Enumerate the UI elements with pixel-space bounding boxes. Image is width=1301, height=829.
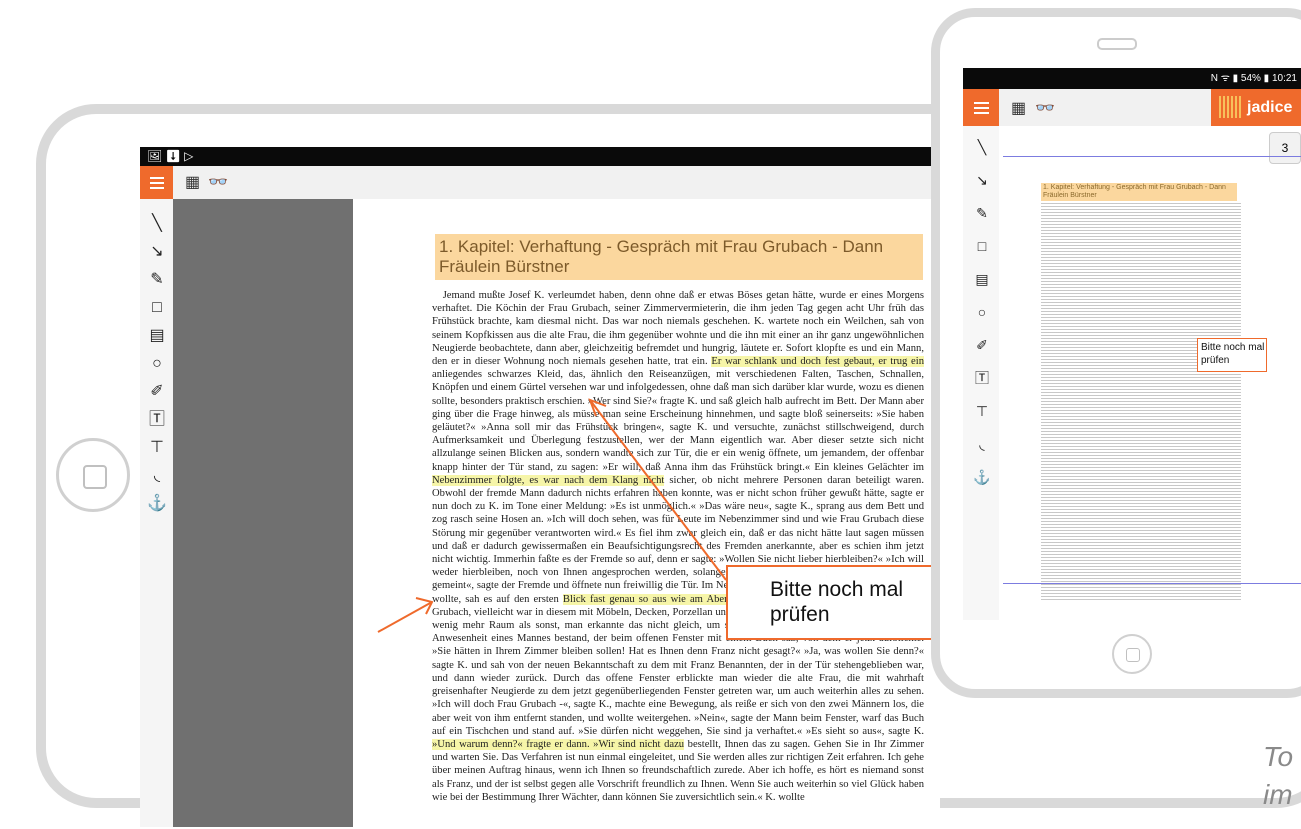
- binoculars-icon[interactable]: 👓: [1035, 98, 1055, 118]
- phone-menu-button[interactable]: [963, 89, 999, 126]
- thumbnail-grid-icon[interactable]: ▦: [1011, 98, 1026, 118]
- arrow-annotation[interactable]: [377, 601, 433, 633]
- text-tool-icon[interactable]: 🅃: [973, 369, 991, 387]
- logo-mark-icon: [1219, 96, 1241, 118]
- freehand-tool-icon[interactable]: ✎: [973, 204, 991, 222]
- text-edit-tool-icon[interactable]: ⊤: [973, 402, 991, 420]
- tagline-text: To im: [1263, 741, 1294, 810]
- phone-home-button[interactable]: [1112, 634, 1152, 674]
- jadice-logo: jadice: [1211, 89, 1301, 126]
- lasso-tool-icon[interactable]: ◟: [973, 435, 991, 453]
- arrow-annotation[interactable]: [589, 399, 727, 581]
- note-tool-icon[interactable]: ▤: [973, 270, 991, 288]
- stamp-tool-icon[interactable]: ⚓: [973, 468, 991, 486]
- phone-screen: N ᯤ ▮ 54% ▮ 10:21 ▦ 👓 jadice ╲ ↘ ✎ □ ▤ ○…: [963, 68, 1301, 620]
- phone-chapter-title: 1. Kapitel: Verhaftung - Gespräch mit Fr…: [1041, 183, 1237, 201]
- page-border-top: [1003, 156, 1301, 157]
- arrow-tool-icon[interactable]: ↘: [973, 171, 991, 189]
- phone-toolbar: ▦ 👓 jadice: [963, 89, 1301, 126]
- phone-note-text[interactable]: Bitte noch mal prüfen: [1201, 341, 1265, 367]
- note-annotation-text[interactable]: Bitte noch mal prüfen: [770, 577, 930, 627]
- phone-speaker: [1097, 38, 1137, 50]
- page-number-badge[interactable]: 3: [1269, 132, 1301, 164]
- hamburger-icon: [973, 106, 989, 109]
- line-tool-icon[interactable]: ╲: [973, 138, 991, 156]
- rectangle-tool-icon[interactable]: □: [973, 237, 991, 255]
- phone-statusbar: N ᯤ ▮ 54% ▮ 10:21: [963, 68, 1301, 89]
- home-square-icon: [1126, 648, 1140, 662]
- page-border-bottom: [1003, 583, 1301, 584]
- ellipse-tool-icon[interactable]: ○: [973, 303, 991, 321]
- logo-text: jadice: [1247, 99, 1293, 116]
- highlighter-tool-icon[interactable]: ✐: [973, 336, 991, 354]
- phone-annotation-toolbar: ╲ ↘ ✎ □ ▤ ○ ✐ 🅃 ⊤ ◟ ⚓: [963, 126, 999, 620]
- phone-document-body: [1041, 202, 1241, 602]
